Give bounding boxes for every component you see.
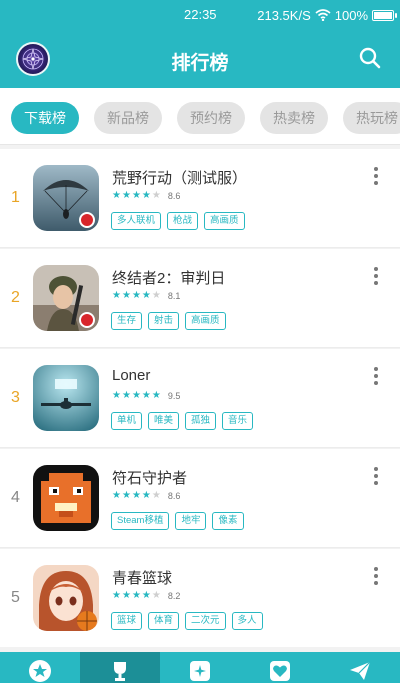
app-name: 终结者2：审判日 xyxy=(112,270,226,287)
tag[interactable]: 多人 xyxy=(231,612,263,630)
tag[interactable]: 射击 xyxy=(148,312,180,330)
search-icon[interactable] xyxy=(358,46,382,70)
tag[interactable]: 音乐 xyxy=(222,412,254,430)
heart-icon xyxy=(270,661,290,681)
nav-item-favorites[interactable] xyxy=(240,652,320,683)
more-options-icon[interactable] xyxy=(372,267,380,287)
app-name: 荒野行动（测试服） xyxy=(112,170,248,187)
rating-score: 8.6 xyxy=(167,491,181,501)
tag-list: Steam移植 地牢 像素 xyxy=(111,512,244,530)
rating-score: 9.5 xyxy=(167,391,181,401)
tag[interactable]: 地牢 xyxy=(175,512,207,530)
list-item[interactable]: 4 符石守护者 ★ ★ ★ ★ ★ 8.6 Steam移植 地牢 像素 xyxy=(0,449,400,547)
tag[interactable]: 体育 xyxy=(148,612,180,630)
tag[interactable]: 二次元 xyxy=(185,612,226,630)
app-header: 22:35 213.5K/S 100% 排行榜 xyxy=(0,0,400,88)
rating-stars: ★ ★ ★ ★ ★ 8.6 xyxy=(112,490,181,502)
tab-new[interactable]: 新品榜 xyxy=(94,102,162,134)
rank-number: 2 xyxy=(11,289,20,306)
rating-stars: ★ ★ ★ ★ ★ 8.1 xyxy=(112,290,181,302)
tag-list: 生存 射击 高画质 xyxy=(111,312,226,330)
tag[interactable]: 单机 xyxy=(111,412,143,430)
status-bar: 22:35 213.5K/S 100% xyxy=(0,6,397,24)
anime-girl-icon xyxy=(33,565,99,631)
app-name: 符石守护者 xyxy=(112,470,188,487)
status-time: 22:35 xyxy=(184,7,217,22)
divider xyxy=(0,247,400,248)
rating-stars: ★ ★ ★ ★ ★ 8.2 xyxy=(112,590,181,602)
list-item[interactable]: 3 Loner ★ ★ ★ ★ ★ 9.5 单机 唯美 孤独 音乐 xyxy=(0,349,400,447)
tag-list: 多人联机 枪战 高画质 xyxy=(111,212,245,230)
tag[interactable]: 高画质 xyxy=(204,212,245,230)
tag[interactable]: 唯美 xyxy=(148,412,180,430)
nav-item-ranking[interactable] xyxy=(80,652,160,683)
star-icon xyxy=(29,660,51,682)
battery-percent: 100% xyxy=(334,7,368,23)
wifi-icon xyxy=(315,9,331,21)
tag[interactable]: 高画质 xyxy=(185,312,226,330)
nav-item-recommend[interactable] xyxy=(0,652,80,683)
tag-list: 单机 唯美 孤独 音乐 xyxy=(111,412,254,430)
divider xyxy=(0,547,400,548)
rating-score: 8.2 xyxy=(167,591,181,601)
tab-hot-play[interactable]: 热玩榜 xyxy=(343,102,400,134)
more-options-icon[interactable] xyxy=(372,467,380,487)
rating-stars: ★ ★ ★ ★ ★ 9.5 xyxy=(112,390,181,402)
list-item[interactable]: 5 青春篮球 ★ ★ ★ ★ ★ 8.2 篮球 体育 二次元 多人 xyxy=(0,549,400,647)
pixel-monster-icon xyxy=(33,465,99,531)
nav-item-discover[interactable] xyxy=(160,652,240,683)
trophy-icon xyxy=(114,662,126,681)
rating-score: 8.6 xyxy=(167,191,181,201)
more-options-icon[interactable] xyxy=(372,167,380,187)
list-item[interactable]: 1 荒野行动（测试服） ★ ★ ★ ★ ★ 8.6 多人联机 枪战 高画质 xyxy=(0,149,400,247)
bottom-nav xyxy=(0,652,400,683)
tag-list: 篮球 体育 二次元 多人 xyxy=(111,612,263,630)
rank-number: 4 xyxy=(11,489,20,506)
more-options-icon[interactable] xyxy=(372,567,380,587)
tag[interactable]: 像素 xyxy=(212,512,244,530)
rank-number: 3 xyxy=(11,389,20,406)
ranking-tabs: 下载榜 新品榜 预约榜 热卖榜 热玩榜 xyxy=(0,88,400,145)
nav-item-messages[interactable] xyxy=(320,652,400,683)
rank-number: 5 xyxy=(11,589,20,606)
tab-hot-sale[interactable]: 热卖榜 xyxy=(260,102,328,134)
page-title: 排行榜 xyxy=(171,53,229,74)
tag[interactable]: 孤独 xyxy=(185,412,217,430)
parachute-icon xyxy=(33,165,99,231)
tag[interactable]: 枪战 xyxy=(167,212,199,230)
paper-plane-icon xyxy=(350,661,371,680)
rating-stars: ★ ★ ★ ★ ★ 8.6 xyxy=(112,190,181,202)
list-item[interactable]: 2 终结者2：审判日 ★ ★ ★ ★ ★ 8.1 生存 射击 高画质 xyxy=(0,249,400,347)
tag[interactable]: 生存 xyxy=(111,312,143,330)
rank-number: 1 xyxy=(11,189,20,206)
tag[interactable]: Steam移植 xyxy=(111,512,170,530)
tag[interactable]: 篮球 xyxy=(111,612,143,630)
divider xyxy=(0,447,400,448)
soldier-icon xyxy=(33,265,99,331)
sparkle-icon xyxy=(190,661,210,681)
app-name: Loner xyxy=(112,367,151,384)
battery-icon xyxy=(372,9,397,21)
tab-download[interactable]: 下载榜 xyxy=(11,102,79,134)
network-speed: 213.5K/S xyxy=(257,7,311,23)
divider xyxy=(0,347,400,348)
tag[interactable]: 多人联机 xyxy=(111,212,162,230)
more-options-icon[interactable] xyxy=(372,367,380,387)
rating-score: 8.1 xyxy=(167,291,181,301)
plane-icon xyxy=(33,365,99,431)
tab-reserve[interactable]: 预约榜 xyxy=(177,102,245,134)
app-name: 青春篮球 xyxy=(112,570,173,587)
